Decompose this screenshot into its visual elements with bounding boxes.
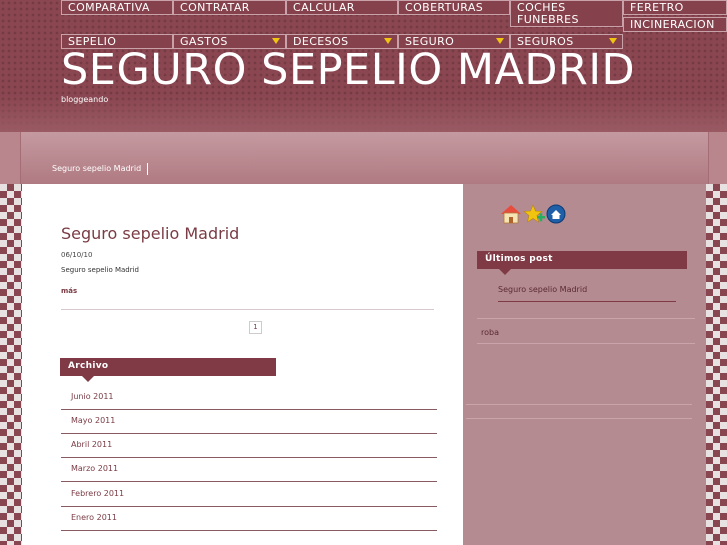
- nav-incineracion[interactable]: INCINERACION: [623, 17, 727, 32]
- archive-item[interactable]: Junio 2011: [61, 386, 437, 410]
- nav-label: CALCULAR: [293, 1, 355, 14]
- nav-label: COCHES FUNEBRES: [517, 1, 579, 26]
- divider: [466, 418, 692, 419]
- archive-item[interactable]: Febrero 2011: [61, 483, 437, 507]
- sidebar: [463, 184, 706, 545]
- decorative-pattern-left: [0, 184, 22, 545]
- archive-item[interactable]: Marzo 2011: [61, 458, 437, 482]
- read-more-link[interactable]: más: [61, 287, 77, 295]
- nav-coches-funebres[interactable]: COCHES FUNEBRES: [510, 0, 623, 27]
- pagination-page-1[interactable]: 1: [249, 321, 262, 334]
- divider: [477, 343, 695, 344]
- breadcrumb[interactable]: Seguro sepelio Madrid: [52, 163, 149, 175]
- archive-item[interactable]: Enero 2011: [61, 507, 437, 531]
- post-date: 06/10/10: [61, 251, 93, 259]
- nav-label: FERETRO: [630, 1, 684, 14]
- header-fade: [0, 95, 727, 132]
- nav-contratar[interactable]: CONTRATAR: [173, 0, 286, 15]
- archive-header: Archivo: [60, 358, 276, 382]
- recent-posts-header: Últimos post: [477, 251, 687, 275]
- set-homepage-icon[interactable]: [546, 204, 566, 224]
- divider: [477, 318, 695, 319]
- nav-label: CONTRATAR: [180, 1, 250, 14]
- nav-coberturas[interactable]: COBERTURAS: [398, 0, 510, 15]
- decorative-pattern-right: [706, 184, 727, 545]
- site-title[interactable]: SEGURO SEPELIO MADRID: [61, 44, 635, 96]
- nav-feretro[interactable]: FERETRO: [623, 0, 727, 15]
- nav-label: COBERTURAS: [405, 1, 484, 14]
- home-icon[interactable]: [501, 205, 521, 224]
- sidebar-icons: [500, 203, 570, 225]
- divider: [61, 309, 434, 310]
- divider: [498, 301, 676, 302]
- add-favorite-icon[interactable]: [523, 204, 545, 223]
- nav-label: INCINERACION: [630, 18, 715, 31]
- nav-calcular[interactable]: CALCULAR: [286, 0, 398, 15]
- post-title[interactable]: Seguro sepelio Madrid: [61, 224, 239, 244]
- divider: [466, 404, 692, 405]
- archive-item[interactable]: Abril 2011: [61, 434, 437, 458]
- sidebar-text: roba: [481, 328, 499, 337]
- post-body: Seguro sepelio Madrid: [61, 266, 140, 274]
- nav-label: COMPARATIVA: [68, 1, 150, 14]
- recent-post-item[interactable]: Seguro sepelio Madrid: [498, 285, 587, 294]
- nav-comparativa[interactable]: COMPARATIVA: [61, 0, 173, 15]
- site-tagline: bloggeando: [61, 95, 109, 104]
- archive-item[interactable]: Mayo 2011: [61, 410, 437, 434]
- breadcrumb-band-inner: [20, 132, 709, 184]
